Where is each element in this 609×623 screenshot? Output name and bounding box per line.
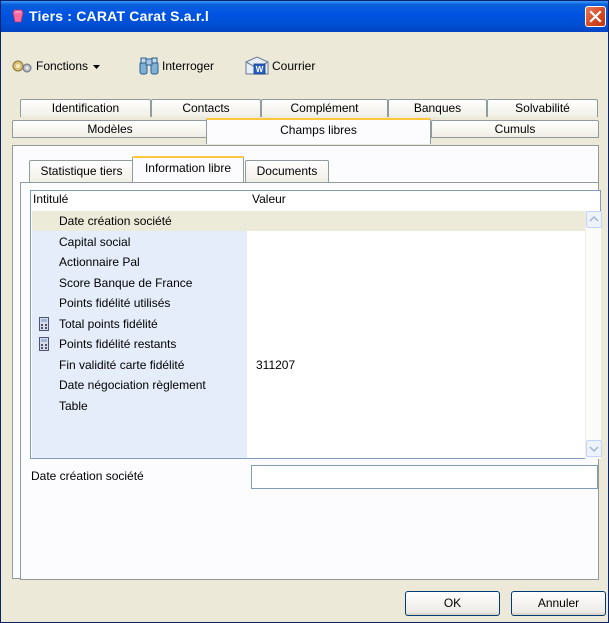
scroll-down-button[interactable] <box>586 440 602 457</box>
courrier-button[interactable]: W Courrier <box>245 54 315 78</box>
grid-row-label[interactable]: Points fidélité restants <box>59 334 176 354</box>
word-letter-icon: W <box>245 56 269 75</box>
field-label: Date création société <box>31 469 144 483</box>
app-icon <box>12 9 24 23</box>
grid-row-label[interactable]: Points fidélité utilisés <box>59 293 170 313</box>
chevron-up-icon <box>589 215 599 222</box>
title-bar[interactable]: Tiers : CARAT Carat S.a.r.l <box>1 1 608 32</box>
close-icon <box>589 10 602 23</box>
annuler-button[interactable]: Annuler <box>511 591 606 616</box>
ok-button[interactable]: OK <box>405 591 500 616</box>
courrier-label: Courrier <box>272 59 316 73</box>
tab-banques[interactable]: Banques <box>388 99 487 117</box>
toolbar: Fonctions Interroger W Courrier <box>2 32 607 87</box>
tab-champs-libres[interactable]: Champs libres <box>206 118 431 144</box>
interroger-button[interactable]: Interroger <box>139 54 214 78</box>
grid-row-label[interactable]: Fin validité carte fidélité <box>59 355 184 375</box>
svg-text:W: W <box>256 65 264 74</box>
tab-documents[interactable]: Documents <box>245 160 329 182</box>
tab-cumuls[interactable]: Cumuls <box>431 120 599 138</box>
tab-contacts[interactable]: Contacts <box>151 99 261 117</box>
vertical-scrollbar[interactable] <box>585 211 602 459</box>
interroger-label: Interroger <box>162 59 215 73</box>
grid-row-value[interactable]: 311207 <box>256 355 295 375</box>
tab-identification[interactable]: Identification <box>20 99 151 117</box>
grid-row-label[interactable]: Capital social <box>59 232 130 252</box>
tab-statistique-tiers[interactable]: Statistique tiers <box>29 160 134 182</box>
tab-solvabilite[interactable]: Solvabilité <box>487 99 598 117</box>
grid-row-label[interactable]: Date négociation règlement <box>59 375 206 395</box>
fonctions-button[interactable]: Fonctions <box>11 54 101 78</box>
window-title: Tiers : CARAT Carat S.a.r.l <box>29 8 209 24</box>
fonctions-label: Fonctions <box>36 59 89 73</box>
chevron-down-icon <box>589 446 599 453</box>
dialog-window: Tiers : CARAT Carat S.a.r.l Fonctions In… <box>0 0 609 623</box>
calculator-icon <box>39 317 49 331</box>
free-fields-grid[interactable]: Intitulé Valeur Date création société Ca… <box>30 190 602 459</box>
scroll-up-button[interactable] <box>586 211 602 228</box>
dropdown-arrow-icon <box>93 64 101 69</box>
grid-row-label[interactable]: Actionnaire Pal <box>59 252 140 272</box>
gears-icon <box>12 60 32 73</box>
tab-modeles[interactable]: Modèles <box>12 120 208 138</box>
tab-information-libre[interactable]: Information libre <box>132 156 244 182</box>
date-creation-field[interactable] <box>251 465 598 489</box>
column-header-intitule[interactable]: Intitulé <box>33 192 68 206</box>
tab-complement[interactable]: Complément <box>261 99 388 117</box>
grid-row-label[interactable]: Score Banque de France <box>59 273 192 293</box>
binoculars-icon <box>139 57 159 75</box>
grid-row-label[interactable]: Table <box>59 396 88 416</box>
grid-row-label[interactable]: Total points fidélité <box>59 314 158 334</box>
grid-row-label[interactable]: Date création société <box>59 211 172 231</box>
calculator-icon <box>39 337 49 351</box>
close-button[interactable] <box>585 6 606 27</box>
column-header-valeur[interactable]: Valeur <box>252 192 286 206</box>
